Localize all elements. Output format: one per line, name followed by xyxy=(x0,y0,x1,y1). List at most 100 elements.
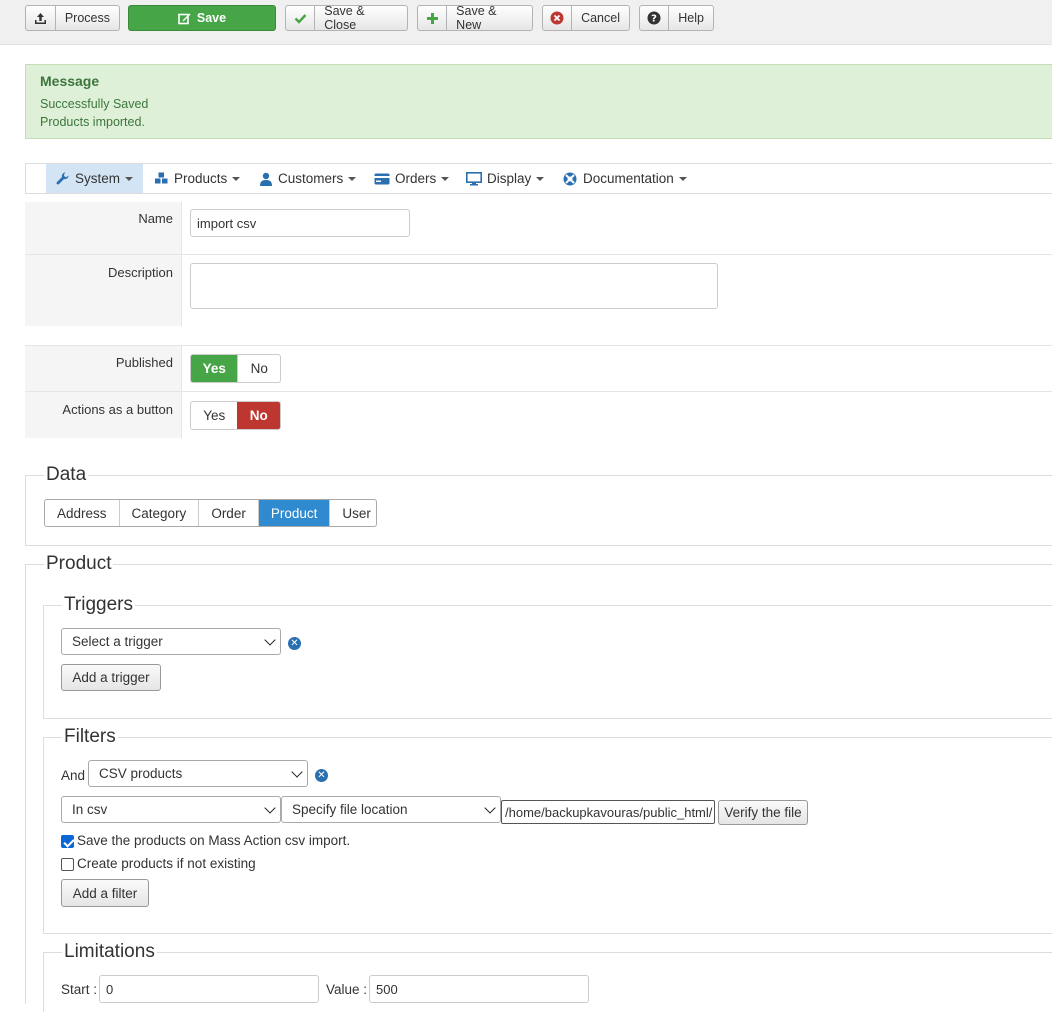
published-no-option[interactable]: No xyxy=(237,355,280,382)
wrench-icon xyxy=(56,171,69,184)
caret-down-icon xyxy=(678,176,687,181)
upload-icon xyxy=(26,6,56,30)
nav-item-orders[interactable]: Orders xyxy=(374,164,450,193)
and-label: And xyxy=(61,768,86,783)
process-button[interactable]: Process xyxy=(25,5,120,31)
limitations-legend: Limitations xyxy=(62,941,157,963)
actions-as-button-toggle: Yes No xyxy=(190,401,281,430)
nav-item-label: Customers xyxy=(278,171,344,186)
value-label: Value : xyxy=(326,982,368,997)
data-type-selector: Address Category Order Product User xyxy=(44,499,377,527)
chevron-down-icon xyxy=(264,801,276,814)
published-yes-option[interactable]: Yes xyxy=(191,355,238,382)
nav-item-label: Display xyxy=(487,171,532,186)
data-tab-category[interactable]: Category xyxy=(120,500,200,526)
filters-legend: Filters xyxy=(62,726,118,748)
save-new-button-label: Save & New xyxy=(456,4,497,32)
remove-filter-icon[interactable]: ✕ xyxy=(315,769,328,782)
nav-item-documentation[interactable]: Documentation xyxy=(563,164,687,193)
actions-as-button-label: Actions as a button xyxy=(25,392,181,438)
column-divider xyxy=(181,202,182,326)
column-divider xyxy=(181,346,182,438)
nav-item-label: Products xyxy=(174,171,228,186)
main-nav: System Products Customers Orders Display… xyxy=(25,163,1052,194)
nav-item-system[interactable]: System xyxy=(46,164,143,193)
credit-card-icon xyxy=(374,173,390,184)
caret-down-icon xyxy=(536,176,545,181)
create-products-label: Create products if not existing xyxy=(77,856,256,871)
filter-source-select[interactable]: In csv xyxy=(61,796,281,823)
filter-type-value: CSV products xyxy=(99,766,183,781)
nav-item-label: Documentation xyxy=(583,171,674,186)
file-path-input[interactable]: /home/backupkavouras/public_html/ xyxy=(501,800,715,824)
caret-down-icon xyxy=(232,176,241,181)
help-button[interactable]: ? Help xyxy=(639,5,714,31)
cancel-circle-icon xyxy=(543,6,573,30)
data-tab-product[interactable]: Product xyxy=(258,500,331,526)
data-tab-user[interactable]: User xyxy=(330,500,376,526)
chevron-down-icon xyxy=(264,633,276,646)
edit-icon xyxy=(178,6,191,30)
save-button-label: Save xyxy=(196,11,227,25)
data-tab-order[interactable]: Order xyxy=(199,500,259,526)
caret-down-icon xyxy=(441,176,450,181)
user-icon xyxy=(260,172,272,186)
triggers-legend: Triggers xyxy=(62,594,135,616)
save-button[interactable]: Save xyxy=(128,5,276,31)
lifebuoy-icon xyxy=(563,172,577,185)
start-input[interactable]: 0 xyxy=(99,975,319,1003)
chevron-down-icon xyxy=(291,765,303,778)
filter-type-select[interactable]: CSV products xyxy=(88,760,308,787)
trigger-select[interactable]: Select a trigger xyxy=(61,628,281,655)
triggers-fieldset xyxy=(43,605,1052,719)
question-circle-icon: ? xyxy=(640,6,670,30)
nav-item-customers[interactable]: Customers xyxy=(259,164,357,193)
filter-source-value: In csv xyxy=(72,802,108,817)
data-tab-address[interactable]: Address xyxy=(45,500,120,526)
cancel-button-label: Cancel xyxy=(581,11,620,25)
data-legend: Data xyxy=(44,464,89,486)
svg-text:?: ? xyxy=(651,14,657,25)
actions-yes-option[interactable]: Yes xyxy=(191,402,237,429)
nav-item-display[interactable]: Display xyxy=(466,164,545,193)
file-location-select[interactable]: Specify file location xyxy=(281,796,501,823)
cubes-icon xyxy=(155,172,168,184)
message-heading: Message xyxy=(40,73,100,89)
save-products-checkbox[interactable] xyxy=(61,835,74,848)
remove-trigger-icon[interactable]: ✕ xyxy=(288,637,301,650)
description-label: Description xyxy=(25,255,181,326)
name-input[interactable]: import csv xyxy=(190,209,410,237)
caret-down-icon xyxy=(348,176,357,181)
file-location-value: Specify file location xyxy=(292,802,408,817)
create-products-checkbox[interactable] xyxy=(61,858,74,871)
verify-file-button[interactable]: Verify the file xyxy=(718,800,808,825)
add-trigger-button[interactable]: Add a trigger xyxy=(61,664,161,691)
success-message: Message Successfully Saved Products impo… xyxy=(25,64,1052,139)
plus-icon xyxy=(418,6,448,30)
add-filter-button[interactable]: Add a filter xyxy=(61,879,149,907)
message-line: Successfully Saved xyxy=(40,97,149,111)
caret-down-icon xyxy=(125,176,133,181)
cancel-button[interactable]: Cancel xyxy=(542,5,630,31)
published-toggle: Yes No xyxy=(190,354,281,383)
product-legend: Product xyxy=(44,553,114,575)
name-label: Name xyxy=(25,202,181,254)
chevron-down-icon xyxy=(484,801,496,814)
check-icon xyxy=(286,6,316,30)
message-line: Products imported. xyxy=(40,115,145,129)
actions-no-option[interactable]: No xyxy=(237,402,280,429)
save-close-button[interactable]: Save & Close xyxy=(285,4,408,32)
nav-item-label: Orders xyxy=(395,171,437,186)
help-button-label: Help xyxy=(678,11,704,25)
start-label: Start : xyxy=(61,982,98,997)
value-input[interactable]: 500 xyxy=(369,975,589,1003)
toolbar: Process Save Save & Close Save & New Can… xyxy=(0,0,1052,45)
published-label: Published xyxy=(25,346,181,391)
nav-item-label: System xyxy=(74,171,120,186)
trigger-select-value: Select a trigger xyxy=(72,634,163,649)
nav-item-products[interactable]: Products xyxy=(154,164,241,193)
description-textarea[interactable] xyxy=(190,263,718,309)
save-products-label: Save the products on Mass Action csv imp… xyxy=(77,833,351,848)
monitor-icon xyxy=(466,171,482,185)
save-new-button[interactable]: Save & New xyxy=(417,4,533,32)
